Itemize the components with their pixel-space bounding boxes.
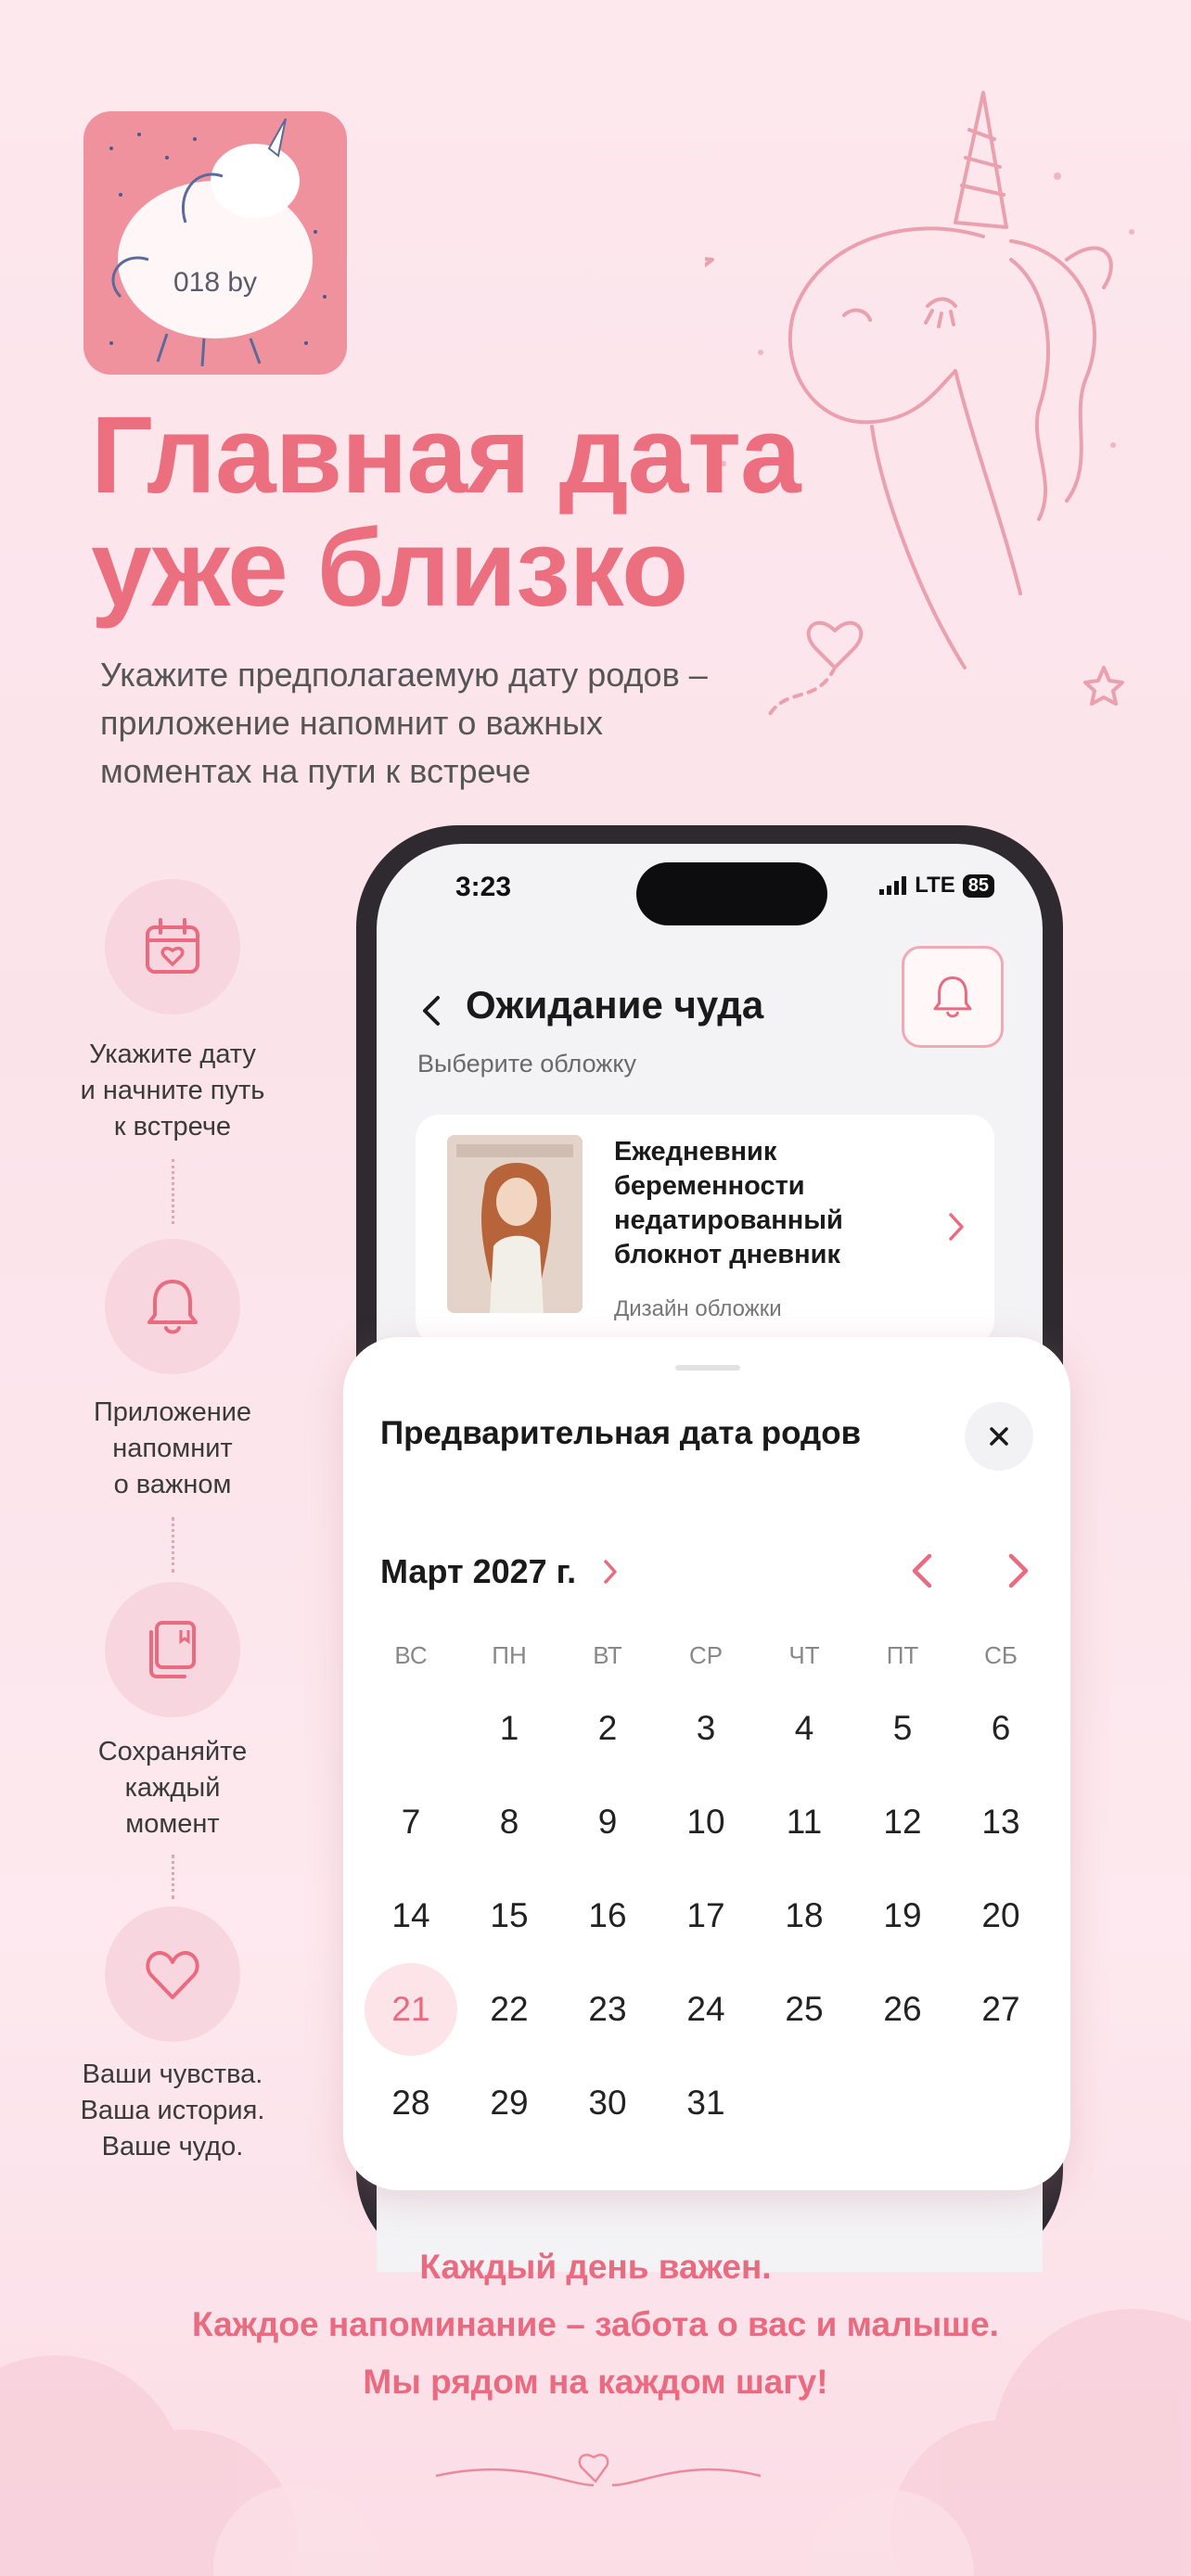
dynamic-island bbox=[636, 862, 827, 925]
weekday-label: СБ bbox=[984, 1641, 1018, 1669]
bell-icon bbox=[147, 1280, 198, 1334]
calendar-day[interactable]: 10 bbox=[660, 1776, 752, 1868]
close-button[interactable] bbox=[965, 1402, 1033, 1471]
subtitle-line-1: Укажите предполагаемую дату родов – bbox=[100, 656, 708, 694]
back-chevron-icon[interactable] bbox=[414, 992, 451, 1029]
calendar-day[interactable]: 9 bbox=[561, 1776, 654, 1868]
prev-month-button[interactable] bbox=[903, 1550, 944, 1591]
calendar-day[interactable]: 22 bbox=[463, 1963, 556, 2056]
calendar-day[interactable]: 14 bbox=[365, 1869, 457, 1962]
cover-label: Выберите обложку bbox=[417, 1050, 636, 1078]
status-time: 3:23 bbox=[455, 872, 512, 902]
calendar-day[interactable]: 16 bbox=[561, 1869, 654, 1962]
battery-indicator: 85 bbox=[962, 874, 994, 898]
headline-line-1: Главная дата bbox=[91, 394, 801, 516]
headline: Главная дата уже близко bbox=[91, 399, 852, 625]
bell-icon bbox=[933, 976, 972, 1018]
weekday-label: ВТ bbox=[593, 1641, 622, 1669]
calendar-day[interactable]: 28 bbox=[365, 2057, 457, 2149]
calendar-day[interactable]: 1 bbox=[463, 1682, 556, 1775]
calendar-day[interactable]: 13 bbox=[954, 1776, 1047, 1868]
calendar-day[interactable]: 20 bbox=[954, 1869, 1047, 1962]
step-connector bbox=[172, 1855, 174, 1899]
cover-card[interactable]: Ежедневник беременности недатированный б… bbox=[416, 1115, 994, 1345]
notifications-button[interactable] bbox=[902, 946, 1004, 1048]
date-picker-sheet: Предварительная дата родов Март 2027 г. … bbox=[343, 1337, 1070, 2190]
step-3-icon-circle bbox=[105, 1582, 240, 1717]
weekday-label: ПН bbox=[492, 1641, 527, 1669]
step-3-text: Сохраняйте каждый момент bbox=[97, 1737, 248, 1839]
calendar-day[interactable]: 12 bbox=[856, 1776, 949, 1868]
calendar-day[interactable]: 15 bbox=[463, 1869, 556, 1962]
month-label[interactable]: Март 2027 г. bbox=[380, 1552, 576, 1591]
calendar-day[interactable]: 11 bbox=[758, 1776, 851, 1868]
subtitle-line-3: моментах на пути к встрече bbox=[100, 752, 531, 790]
weekday-label: СР bbox=[688, 1641, 724, 1669]
step-1-icon-circle bbox=[105, 879, 240, 1014]
calendar-day[interactable]: 27 bbox=[954, 1963, 1047, 2056]
step-2-text: Приложение напомнит о важном bbox=[93, 1397, 252, 1499]
next-month-button[interactable] bbox=[996, 1550, 1037, 1591]
screen-title: Ожидание чуда bbox=[466, 983, 764, 1027]
headline-line-2: уже близко bbox=[91, 507, 688, 630]
sheet-title: Предварительная дата родов bbox=[380, 1415, 862, 1451]
chevron-right-icon bbox=[949, 1213, 964, 1241]
calendar-day[interactable]: 23 bbox=[561, 1963, 654, 2056]
cover-title: Ежедневник беременности недатированный б… bbox=[614, 1137, 843, 1269]
cover-thumbnail bbox=[447, 1135, 583, 1313]
weekday-label: ЧТ bbox=[788, 1641, 820, 1669]
calendar-day[interactable]: 29 bbox=[463, 2057, 556, 2149]
caption-line-2: Каждое напоминание – забота о вас и малы… bbox=[192, 2305, 999, 2343]
caption-line-3: Мы рядом на каждом шагу! bbox=[363, 2363, 828, 2401]
app-logo: 018 by bbox=[83, 111, 347, 375]
step-connector bbox=[172, 1159, 174, 1224]
signal-icon bbox=[879, 876, 907, 895]
calendar-day[interactable]: 25 bbox=[758, 1963, 851, 2056]
step-4-icon-circle bbox=[105, 1906, 240, 2042]
unicorn-logo-icon bbox=[109, 118, 327, 367]
notebook-icon bbox=[149, 1621, 196, 1678]
cover-subtitle: Дизайн обложки bbox=[614, 1296, 782, 1321]
subtitle-line-2: приложение напомнит о важных bbox=[100, 704, 604, 742]
network-label: LTE bbox=[915, 873, 955, 898]
calendar-day[interactable]: 19 bbox=[856, 1869, 949, 1962]
calendar-day[interactable]: 8 bbox=[463, 1776, 556, 1868]
chevron-right-icon[interactable] bbox=[601, 1558, 620, 1586]
step-connector bbox=[172, 1517, 174, 1573]
calendar-day[interactable]: 5 bbox=[856, 1682, 949, 1775]
calendar-day[interactable]: 26 bbox=[856, 1963, 949, 2056]
calendar-day[interactable]: 6 bbox=[954, 1682, 1047, 1775]
close-icon bbox=[990, 1427, 1008, 1446]
calendar-day[interactable]: 7 bbox=[365, 1776, 457, 1868]
logo-text: 018 by bbox=[173, 267, 258, 298]
calendar-heart-icon bbox=[146, 918, 199, 974]
step-4-text: Ваши чувства. Ваша история. Ваше чудо. bbox=[80, 2060, 265, 2162]
calendar-day[interactable]: 24 bbox=[660, 1963, 752, 2056]
weekday-label: ПТ bbox=[886, 1641, 919, 1669]
heart-icon bbox=[146, 1951, 199, 1999]
caption-line-1: Каждый день важен. bbox=[419, 2248, 772, 2286]
sheet-handle[interactable] bbox=[675, 1365, 740, 1371]
calendar-day[interactable]: 2 bbox=[561, 1682, 654, 1775]
calendar-day[interactable]: 30 bbox=[561, 2057, 654, 2149]
subtitle: Укажите предполагаемую дату родов – прил… bbox=[100, 651, 805, 796]
step-1-text: Укажите дату и начните путь к встрече bbox=[80, 1039, 265, 1141]
calendar-day[interactable]: 31 bbox=[660, 2057, 752, 2149]
calendar-day[interactable]: 18 bbox=[758, 1869, 851, 1962]
calendar-day[interactable]: 3 bbox=[660, 1682, 752, 1775]
calendar-day-selected[interactable]: 21 bbox=[365, 1963, 457, 2056]
calendar-day[interactable]: 17 bbox=[660, 1869, 752, 1962]
calendar-day[interactable]: 4 bbox=[758, 1682, 851, 1775]
status-indicators: LTE 85 bbox=[879, 873, 994, 899]
step-2-icon-circle bbox=[105, 1239, 240, 1374]
weekday-label: ВС bbox=[394, 1641, 428, 1669]
